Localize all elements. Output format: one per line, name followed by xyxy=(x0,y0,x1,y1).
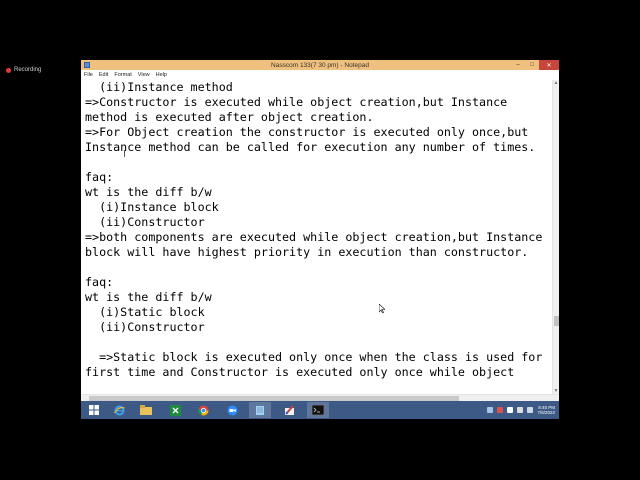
window-controls: – □ ✕ xyxy=(511,60,559,70)
mouse-pointer-icon xyxy=(379,304,385,313)
menu-help[interactable]: Help xyxy=(156,72,167,78)
system-tray: 8:45 PM 7/6/2022 xyxy=(487,403,555,417)
recording-label: Recording xyxy=(14,67,42,73)
minimize-button[interactable]: – xyxy=(511,60,525,70)
volume-icon[interactable] xyxy=(517,407,524,413)
taskbar-clock[interactable]: 8:45 PM 7/6/2022 xyxy=(537,405,555,416)
notepad-window: Nasscom 133(7 30 pm) - Notepad – □ ✕ Fil… xyxy=(81,60,559,401)
recording-dot-icon xyxy=(6,67,11,73)
vertical-scrollbar[interactable]: ▲ ▼ xyxy=(552,80,559,394)
windows-start-icon[interactable] xyxy=(83,402,105,418)
command-prompt-icon[interactable] xyxy=(307,402,329,418)
menu-view[interactable]: View xyxy=(138,72,150,78)
text-cursor-icon xyxy=(124,150,125,157)
taskbar: 8:45 PM 7/6/2022 xyxy=(81,401,559,419)
maximize-button[interactable]: □ xyxy=(525,60,539,70)
notepad-icon[interactable] xyxy=(249,402,271,418)
recording-indicator: Recording xyxy=(6,65,41,75)
menu-edit[interactable]: Edit xyxy=(99,72,108,78)
close-button[interactable]: ✕ xyxy=(539,60,559,70)
zoom-icon[interactable] xyxy=(221,402,243,418)
menu-file[interactable]: File xyxy=(84,72,93,78)
vertical-scroll-thumb[interactable] xyxy=(554,316,559,326)
editor-text[interactable]: (ii)Instance method =>Constructor is exe… xyxy=(81,80,552,380)
scroll-up-icon[interactable]: ▲ xyxy=(553,80,559,86)
file-explorer-icon[interactable] xyxy=(135,402,157,418)
window-title: Nasscom 133(7 30 pm) - Notepad xyxy=(271,61,369,69)
network-icon[interactable] xyxy=(507,407,514,413)
excel-icon[interactable] xyxy=(164,402,186,418)
show-hidden-icons-icon[interactable] xyxy=(487,407,494,413)
menu-format[interactable]: Format xyxy=(114,72,131,78)
clock-date: 7/6/2022 xyxy=(537,410,555,415)
internet-explorer-icon[interactable] xyxy=(108,402,130,418)
title-bar[interactable]: Nasscom 133(7 30 pm) - Notepad – □ ✕ xyxy=(81,60,559,70)
paint-icon[interactable] xyxy=(278,402,300,418)
text-editor-area[interactable]: (ii)Instance method =>Constructor is exe… xyxy=(81,80,552,394)
menu-bar: File Edit Format View Help xyxy=(81,70,559,80)
horizontal-scrollbar[interactable] xyxy=(81,394,559,401)
keyboard-icon[interactable] xyxy=(527,407,534,413)
chrome-icon[interactable] xyxy=(192,402,214,418)
security-icon[interactable] xyxy=(497,407,504,413)
notepad-app-icon[interactable] xyxy=(84,62,90,68)
